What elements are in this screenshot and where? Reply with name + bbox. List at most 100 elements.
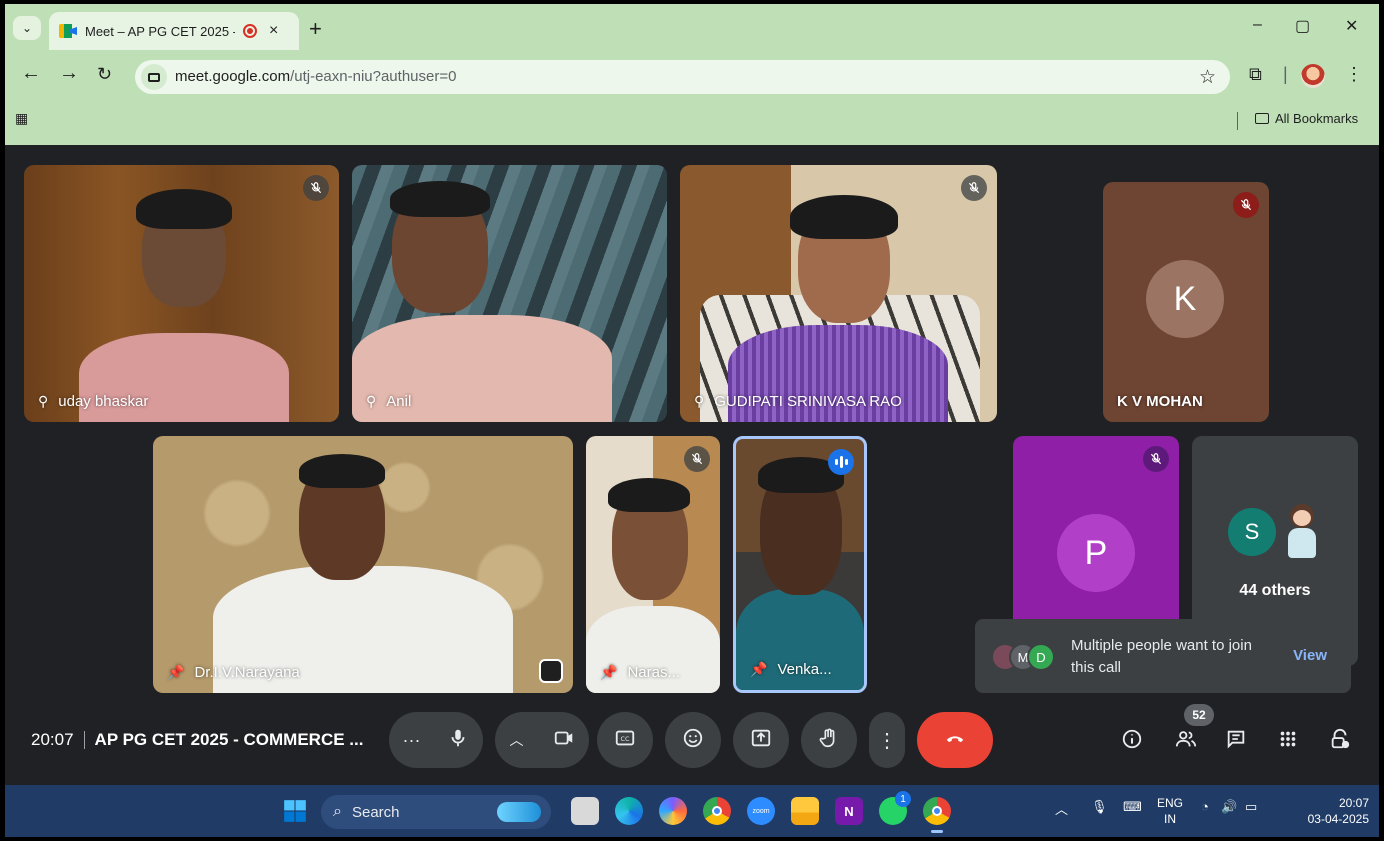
reactions-button[interactable] — [665, 712, 721, 768]
onenote-icon[interactable]: N — [835, 797, 863, 825]
people-icon[interactable] — [1175, 728, 1197, 755]
more-vert-icon: ⋮ — [877, 729, 897, 752]
meeting-details-icon[interactable] — [1121, 728, 1143, 755]
windows-taskbar: ⌕ Search zoom N 1 ︿ 🎙 ⌨ ENG IN ◔ 🔊 ▭ 20:… — [5, 785, 1379, 837]
taskbar-clock[interactable]: 20:07 03-04-2025 — [1308, 795, 1369, 827]
url-path: /utj-eaxn-niu?authuser=0 — [290, 68, 457, 85]
present-screen-icon — [750, 727, 772, 754]
participant-tile[interactable]: 📌 Dr.I.V.Narayana — [153, 436, 573, 693]
tab-search-button[interactable]: ⌄ — [13, 16, 41, 40]
search-placeholder: Search — [351, 803, 400, 821]
new-tab-button[interactable]: + — [309, 16, 322, 42]
all-bookmarks-button[interactable]: All Bookmarks — [1255, 111, 1358, 126]
participant-hair — [136, 189, 232, 229]
avatar-letter: S — [1244, 519, 1260, 544]
participant-tile[interactable]: ⚲ Anil — [352, 165, 667, 422]
participant-name: ⚲ Anil — [366, 393, 411, 410]
raise-hand-button[interactable] — [801, 712, 857, 768]
taskbar-search-box[interactable]: ⌕ Search — [321, 795, 551, 829]
participant-hair — [299, 454, 385, 488]
search-icon: ⌕ — [333, 803, 342, 820]
participant-tile[interactable]: 📌 Naras... — [586, 436, 720, 693]
browser-chrome: ⌄ Meet – AP PG CET 2025 - C × + – ▢ ✕ ← … — [5, 4, 1379, 145]
join-request-toast: M D Multiple people want to join this ca… — [975, 619, 1351, 693]
meet-controls-bar: 20:07 AP PG CET 2025 - COMMERCE ... ··· … — [5, 700, 1379, 785]
microphone-icon[interactable] — [447, 727, 469, 754]
mic-off-icon — [961, 175, 987, 201]
participant-tile[interactable]: P — [1013, 436, 1179, 636]
video-control-group: ︿ — [495, 712, 589, 768]
toast-message: Multiple people want to join this call — [1071, 637, 1252, 676]
tab-meet[interactable]: Meet – AP PG CET 2025 - C × — [49, 12, 299, 50]
apps-grid-icon[interactable]: ▦ — [15, 110, 28, 127]
participant-name-text: Dr.I.V.Narayana — [194, 664, 300, 681]
wifi-icon[interactable]: ◔ — [1201, 799, 1209, 814]
toast-avatar-d: D — [1027, 643, 1055, 671]
whatsapp-icon[interactable]: 1 — [879, 791, 911, 825]
language-indicator[interactable]: ENG IN — [1157, 795, 1183, 827]
mic-off-icon — [1143, 446, 1169, 472]
more-options-button[interactable]: ⋮ — [869, 712, 905, 768]
participant-name: ⚲ uday bhaskar — [38, 393, 148, 410]
task-view-icon[interactable] — [571, 797, 599, 825]
pin-icon: ⚲ — [38, 393, 49, 409]
participant-tile[interactable]: ⚲ uday bhaskar — [24, 165, 339, 422]
pin-icon: ⚲ — [694, 393, 705, 409]
bookmarks-bar: ▦ All Bookmarks — [5, 102, 1379, 138]
view-requests-button[interactable]: View — [1293, 647, 1327, 664]
camera-icon[interactable] — [553, 727, 575, 754]
edge-browser-icon[interactable] — [615, 797, 643, 825]
language-code: ENG — [1157, 796, 1184, 810]
tab-close-button[interactable]: × — [269, 22, 278, 40]
tray-overflow-chevron-icon[interactable]: ︿ — [1055, 799, 1068, 818]
tray-keyboard-icon[interactable]: ⌨ — [1123, 799, 1142, 815]
participant-name-text: Venka... — [777, 661, 832, 678]
zoom-icon[interactable]: zoom — [747, 797, 775, 825]
volume-icon[interactable]: 🔊 — [1221, 799, 1237, 815]
participant-hair — [390, 181, 490, 217]
forward-arrow-icon[interactable]: → — [59, 62, 79, 85]
others-avatar: S — [1228, 508, 1276, 556]
profile-avatar[interactable] — [1301, 64, 1325, 88]
participant-name-text: Naras... — [627, 664, 680, 681]
others-count-label: 44 others — [1239, 582, 1311, 599]
chrome-profile-icon[interactable] — [923, 797, 951, 833]
region-code: IN — [1164, 812, 1176, 826]
copilot-icon[interactable] — [659, 797, 687, 825]
participant-tile[interactable]: ⚲ GUDIPATI SRINIVASA RAO — [680, 165, 997, 422]
participant-name: ⚲ GUDIPATI SRINIVASA RAO — [694, 393, 902, 410]
battery-icon[interactable]: ▭ — [1245, 799, 1257, 815]
tray-microphone-icon[interactable]: 🎙 — [1091, 799, 1108, 815]
audio-options-icon[interactable]: ··· — [403, 730, 421, 751]
chevron-up-icon[interactable]: ︿ — [510, 730, 524, 750]
extensions-puzzle-icon[interactable]: ⧉ — [1249, 64, 1262, 85]
close-window-button[interactable]: ✕ — [1345, 16, 1358, 36]
captions-button[interactable]: CC — [597, 712, 653, 768]
participant-tile[interactable]: K K V MOHAN — [1103, 182, 1269, 422]
taskbar-date: 03-04-2025 — [1307, 812, 1369, 826]
expand-tile-icon[interactable] — [539, 659, 563, 683]
participant-name: K V MOHAN — [1117, 393, 1203, 410]
more-menu-icon[interactable]: ⋮ — [1345, 64, 1363, 85]
url-host: meet.google.com — [175, 68, 291, 85]
participant-name-text: K V MOHAN — [1117, 393, 1203, 410]
minimize-button[interactable]: – — [1253, 16, 1262, 34]
activities-grid-icon[interactable] — [1277, 728, 1299, 755]
back-arrow-icon[interactable]: ← — [21, 62, 41, 85]
bookmark-star-icon[interactable]: ☆ — [1199, 66, 1216, 89]
host-controls-lock-icon[interactable] — [1329, 728, 1351, 755]
avatar-letter: P — [1084, 533, 1108, 572]
reload-icon[interactable]: ↻ — [97, 64, 112, 85]
avatar-letter: K — [1173, 279, 1197, 318]
start-windows-icon[interactable] — [281, 797, 309, 825]
site-info-icon[interactable] — [141, 64, 167, 90]
captions-icon: CC — [614, 727, 636, 754]
restore-button[interactable]: ▢ — [1295, 16, 1310, 36]
leave-call-button[interactable] — [917, 712, 993, 768]
present-button[interactable] — [733, 712, 789, 768]
participant-tile[interactable]: 📌 Venka... — [733, 436, 867, 693]
file-explorer-icon[interactable] — [791, 797, 819, 825]
chat-icon[interactable] — [1225, 728, 1247, 755]
chrome-icon[interactable] — [703, 797, 731, 825]
address-bar[interactable]: meet.google.com/utj-eaxn-niu?authuser=0 … — [135, 60, 1230, 94]
